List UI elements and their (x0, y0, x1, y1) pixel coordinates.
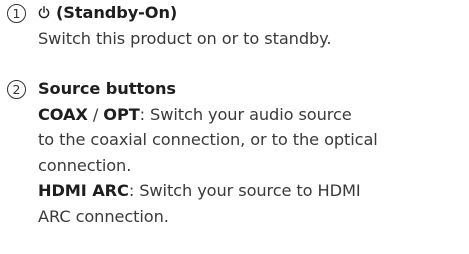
item-title: Source buttons (38, 79, 176, 98)
item-title: (Standby-On) (38, 0, 463, 26)
standby-power-icon (38, 6, 50, 19)
label-separator: / (87, 104, 104, 124)
coax-opt-description-line: to the coaxial connection, or to the opt… (38, 130, 378, 149)
hdmi-arc-description: : Switch your source to HDMI (128, 181, 361, 200)
hdmi-arc-description-line: HDMI ARC: Switch your source to HDMI (38, 178, 463, 204)
item-description: Switch this product on or to standby. (38, 28, 332, 48)
item-title-text: (Standby-On) (56, 3, 178, 22)
item-number-badge: 2 (7, 80, 26, 99)
item-content: Source buttons COAX / OPT: Switch your a… (38, 76, 463, 229)
hdmi-arc-description-line: ARC connection. (38, 206, 169, 226)
opt-label: OPT (103, 104, 140, 124)
coax-opt-description-line: connection. (38, 155, 132, 175)
hdmi-arc-label: HDMI ARC (38, 181, 129, 200)
coax-label: COAX (38, 104, 88, 124)
coax-opt-description: : Switch your audio source (139, 104, 352, 124)
coax-opt-description-line: COAX / OPT: Switch your audio source (38, 102, 463, 128)
item-number-badge: 1 (7, 4, 26, 23)
item-content: (Standby-On) Switch this product on or t… (38, 0, 463, 51)
